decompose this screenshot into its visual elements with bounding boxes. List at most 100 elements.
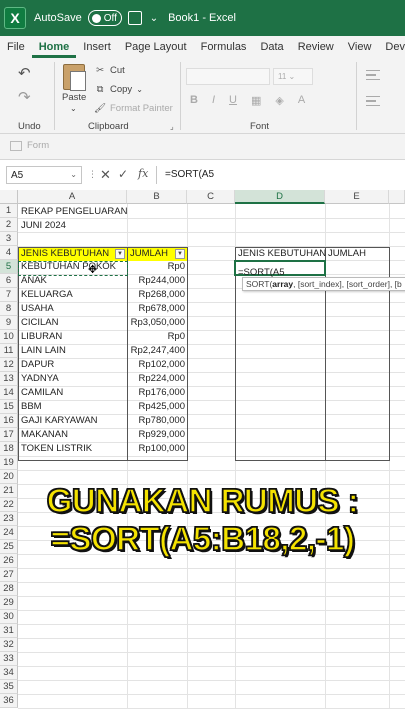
align-left-icon[interactable]	[366, 96, 380, 106]
row-header-35[interactable]: 35	[0, 680, 18, 694]
cell-a14[interactable]: CAMILAN	[19, 386, 65, 400]
row-header-18[interactable]: 18	[0, 442, 18, 456]
row-header-34[interactable]: 34	[0, 666, 18, 680]
row-header-30[interactable]: 30	[0, 610, 18, 624]
tab-home[interactable]: Home	[31, 41, 77, 58]
cell-a16[interactable]: GAJI KARYAWAN	[19, 414, 100, 428]
cell-b15[interactable]: Rp425,000	[128, 400, 187, 414]
row-header-4[interactable]: 4	[0, 246, 18, 260]
cell-b17[interactable]: Rp929,000	[128, 428, 187, 442]
redo-icon[interactable]: ↷	[18, 88, 31, 106]
cell-b18[interactable]: Rp100,000	[128, 442, 187, 456]
chevron-down-icon[interactable]: ⌄	[70, 104, 77, 113]
select-all-corner[interactable]	[0, 190, 18, 204]
cell-b12[interactable]: Rp102,000	[128, 358, 187, 372]
more-icon[interactable]: ⋮	[88, 169, 97, 180]
formula-input[interactable]: =SORT(A5	[156, 166, 405, 184]
column-header-a[interactable]: A	[18, 190, 127, 204]
cell-b8[interactable]: Rp678,000	[128, 302, 187, 316]
cell-d4[interactable]: JENIS KEBUTUHAN	[236, 247, 328, 261]
cell-a8[interactable]: USAHA	[19, 302, 56, 316]
row-header-13[interactable]: 13	[0, 372, 18, 386]
row-header-9[interactable]: 9	[0, 316, 18, 330]
dialog-launcher-icon[interactable]: ⌟	[170, 122, 174, 131]
cell-a2[interactable]: JUNI 2024	[19, 219, 68, 233]
row-header-10[interactable]: 10	[0, 330, 18, 344]
row-header-11[interactable]: 11	[0, 344, 18, 358]
column-header-d[interactable]: D	[235, 190, 325, 204]
column-header-f[interactable]	[389, 190, 405, 204]
cell-b6[interactable]: Rp244,000	[128, 274, 187, 288]
paste-button[interactable]: Paste	[62, 92, 86, 103]
column-header-e[interactable]: E	[325, 190, 389, 204]
worksheet-grid[interactable]: A B C D E 1 2 3 4 5 6 7 8 9 10 11 12 13 14 15 16 17 18 19 2…	[0, 190, 405, 720]
cell-b14[interactable]: Rp176,000	[128, 386, 187, 400]
cell-b7[interactable]: Rp268,000	[128, 288, 187, 302]
tab-data[interactable]: Data	[253, 41, 290, 58]
column-header-c[interactable]: C	[187, 190, 235, 204]
tab-view[interactable]: View	[341, 41, 379, 58]
active-cell-d5[interactable]: =SORT(A5	[234, 260, 326, 278]
copy-button[interactable]: ⧉ Copy ⌄	[94, 84, 143, 95]
font-color-icon[interactable]: A	[298, 94, 305, 107]
cell-b16[interactable]: Rp780,000	[128, 414, 187, 428]
filter-dropdown-icon[interactable]: ▼	[115, 249, 125, 259]
insert-function-icon[interactable]: fx	[138, 167, 148, 180]
row-header-15[interactable]: 15	[0, 400, 18, 414]
font-name-select[interactable]	[186, 68, 270, 85]
format-painter-button[interactable]: 🖌 Format Painter	[94, 103, 173, 114]
filter-dropdown-icon[interactable]: ▼	[175, 249, 185, 259]
font-size-select[interactable]: 11 ⌄	[273, 68, 313, 85]
cell-b10[interactable]: Rp0	[128, 330, 187, 344]
row-header-36[interactable]: 36	[0, 694, 18, 708]
column-header-b[interactable]: B	[127, 190, 187, 204]
confirm-icon[interactable]: ✓	[118, 167, 128, 181]
cell-a10[interactable]: LIBURAN	[19, 330, 64, 344]
row-header-32[interactable]: 32	[0, 638, 18, 652]
cell-b13[interactable]: Rp224,000	[128, 372, 187, 386]
row-header-6[interactable]: 6	[0, 274, 18, 288]
row-header-33[interactable]: 33	[0, 652, 18, 666]
row-header-16[interactable]: 16	[0, 414, 18, 428]
function-tooltip[interactable]: SORT(array, [sort_index], [sort_order], …	[242, 277, 405, 291]
row-header-2[interactable]: 2	[0, 218, 18, 232]
cut-button[interactable]: ✂ Cut	[94, 65, 125, 76]
align-top-icon[interactable]	[366, 70, 380, 80]
cell-b9[interactable]: Rp3,050,000	[128, 316, 187, 330]
row-header-3[interactable]: 3	[0, 232, 18, 246]
cancel-icon[interactable]: ✕	[100, 167, 111, 183]
undo-icon[interactable]: ↶	[18, 64, 31, 82]
row-header-7[interactable]: 7	[0, 288, 18, 302]
row-header-5[interactable]: 5	[0, 260, 18, 274]
cell-e4[interactable]: JUMLAH	[326, 247, 368, 261]
underline-button[interactable]: U	[229, 94, 237, 107]
cell-a11[interactable]: LAIN LAIN	[19, 344, 68, 358]
paste-icon[interactable]	[63, 64, 86, 91]
row-header-17[interactable]: 17	[0, 428, 18, 442]
row-header-28[interactable]: 28	[0, 582, 18, 596]
save-icon[interactable]	[127, 11, 142, 25]
autosave-toggle[interactable]: Off	[87, 10, 122, 26]
row-header-31[interactable]: 31	[0, 624, 18, 638]
chevron-down-icon[interactable]: ⌄	[150, 13, 158, 24]
tab-page-layout[interactable]: Page Layout	[118, 41, 194, 58]
tab-developer[interactable]: Develo	[378, 41, 405, 58]
row-header-19[interactable]: 19	[0, 456, 18, 470]
bold-button[interactable]: B	[190, 94, 198, 107]
cell-b4[interactable]: JUMLAH	[128, 247, 170, 261]
cell-a7[interactable]: KELUARGA	[19, 288, 75, 302]
cell-a15[interactable]: BBM	[19, 400, 44, 414]
cell-b11[interactable]: Rp2,247,400	[128, 344, 187, 358]
tab-formulas[interactable]: Formulas	[194, 41, 254, 58]
row-header-8[interactable]: 8	[0, 302, 18, 316]
cell-a9[interactable]: CICILAN	[19, 316, 60, 330]
row-header-1[interactable]: 1	[0, 204, 18, 218]
cell-b5[interactable]: Rp0	[128, 260, 187, 274]
tab-review[interactable]: Review	[291, 41, 341, 58]
tab-insert[interactable]: Insert	[76, 41, 118, 58]
cell-a4[interactable]: JENIS KEBUTUHAN	[19, 247, 111, 261]
row-header-12[interactable]: 12	[0, 358, 18, 372]
cell-a12[interactable]: DAPUR	[19, 358, 56, 372]
form-button[interactable]: Form	[10, 140, 49, 151]
fill-color-icon[interactable]: ◈	[275, 94, 283, 107]
